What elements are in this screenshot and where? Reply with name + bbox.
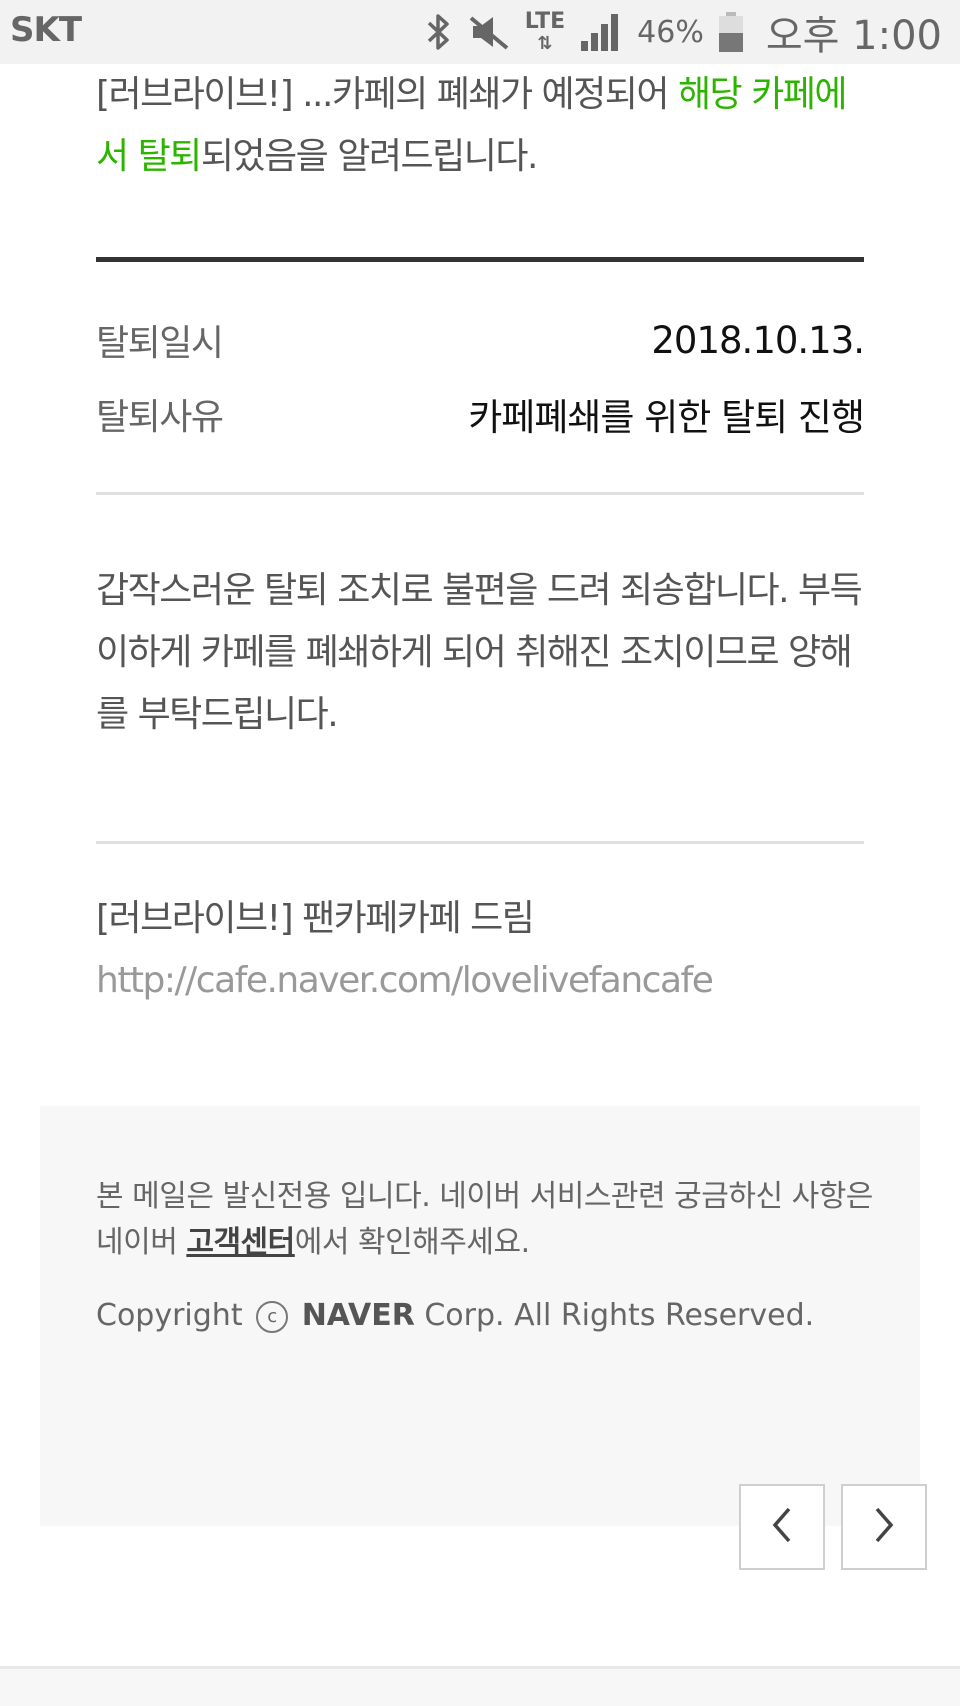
intro-message: [러브라이브!] ...카페의 폐쇄가 예정되어 해당 카페에서 탈퇴되었음을 … <box>96 64 864 188</box>
footer-notice: 본 메일은 발신전용 입니다. 네이버 서비스관련 궁금하신 사항은 네이버 고… <box>96 1174 886 1266</box>
lte-label: LTE <box>524 9 566 34</box>
cafe-url-link[interactable]: http://cafe.naver.com/lovelivefancafe <box>96 950 864 1012</box>
detail-value: 2018.10.13. <box>651 318 865 362</box>
copyright-symbol: c <box>256 1300 289 1333</box>
detail-label: 탈퇴사유 <box>96 397 224 438</box>
signature: [러브라이브!] 팬카페카페 드림 http://cafe.naver.com/… <box>96 888 864 1012</box>
detail-value: 카페폐쇄를 위한 탈퇴 진행 <box>468 396 865 439</box>
mail-footer: 본 메일은 발신전용 입니다. 네이버 서비스관련 궁금하신 사항은 네이버 고… <box>40 1106 920 1526</box>
detail-row-date: 탈퇴일시 2018.10.13. <box>96 315 865 365</box>
chevron-left-icon <box>767 1505 797 1549</box>
section-divider-thick <box>96 257 864 262</box>
intro-text-part1: [러브라이브!] ...카페의 폐쇄가 예정되어 <box>96 74 678 115</box>
next-button[interactable] <box>841 1484 927 1570</box>
detail-label: 탈퇴일시 <box>96 323 224 364</box>
signal-icon <box>579 11 623 53</box>
copyright: Copyright c NAVER Corp. All Rights Reser… <box>96 1298 814 1333</box>
cafe-name: [러브라이브!] 팬카페카페 드림 <box>96 898 535 939</box>
status-icons: LTE ⇅ 46% 오후 1:00 <box>423 6 942 59</box>
customer-center-link[interactable]: 고객센터 <box>186 1225 295 1260</box>
section-divider <box>96 841 864 844</box>
battery-percent: 46% <box>637 14 704 50</box>
clock: 오후 1:00 <box>765 13 942 59</box>
bluetooth-icon <box>423 12 453 52</box>
battery-icon <box>718 11 744 53</box>
bottom-bar <box>0 1669 960 1706</box>
apology-message: 갑작스러운 탈퇴 조치로 불편을 드려 죄송합니다. 부득이하게 카페를 폐쇄하… <box>96 570 863 735</box>
status-bar: SKT LTE ⇅ 46% 오후 1:00 <box>0 0 960 64</box>
prev-button[interactable] <box>739 1484 825 1570</box>
carrier-label: SKT <box>10 10 82 50</box>
chevron-right-icon <box>869 1505 899 1549</box>
intro-text-part2: 되었음을 알려드립니다. <box>200 136 539 177</box>
footer-notice-post: 에서 확인해주세요. <box>294 1225 530 1260</box>
lte-indicator: LTE ⇅ <box>525 11 565 53</box>
mute-icon <box>467 12 511 52</box>
copyright-post: Corp. All Rights Reserved. <box>424 1298 815 1333</box>
copyright-brand: NAVER <box>301 1298 415 1333</box>
data-arrows-icon: ⇅ <box>537 33 553 54</box>
copyright-pre: Copyright <box>96 1298 243 1333</box>
detail-row-reason: 탈퇴사유 카페폐쇄를 위한 탈퇴 진행 <box>96 389 865 439</box>
section-divider <box>96 492 864 495</box>
